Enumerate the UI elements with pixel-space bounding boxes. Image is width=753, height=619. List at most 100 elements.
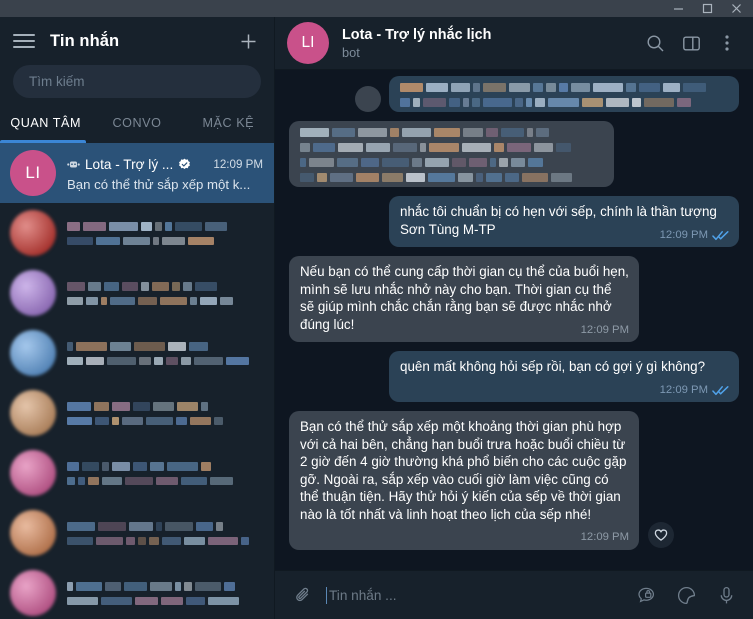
search-input[interactable]: Tìm kiếm (13, 65, 261, 98)
censored-text (400, 83, 729, 92)
chat-header-text: Lota - Trợ lý nhắc lịch bot (342, 27, 635, 60)
more-vertical-icon[interactable] (711, 27, 743, 59)
message-bubble-outgoing[interactable]: quên mất không hỏi sếp rồi, bạn có gợi ý… (389, 351, 739, 402)
censored-text (67, 401, 263, 411)
censored-text (400, 98, 729, 107)
chat-panel: LI Lota - Trợ lý nhắc lịch bot nhắc tôi … (275, 17, 753, 619)
sidebar-header: Tin nhắn (0, 17, 274, 65)
message-composer: Tin nhắn ... (275, 570, 753, 619)
search-icon[interactable] (639, 27, 671, 59)
censored-text (300, 128, 604, 137)
avatar[interactable] (10, 270, 56, 316)
chat-list-item[interactable] (0, 563, 274, 619)
avatar[interactable] (10, 390, 56, 436)
chat-list-item-selected[interactable]: LI Lota - Trợ lý ... 12:09 PM Bạn có thể th… (0, 143, 274, 203)
read-receipt-icon (712, 385, 729, 396)
avatar[interactable] (10, 330, 56, 376)
search-container: Tìm kiếm (0, 65, 274, 98)
chat-list-item-preview: Bạn có thể thử sắp xếp một k... (67, 176, 251, 192)
message-meta: 12:09 PM (660, 382, 729, 400)
chat-list-item-name: Lota - Trợ lý ... (85, 156, 174, 172)
chat-list-item[interactable] (0, 383, 274, 443)
paperclip-icon[interactable] (288, 580, 318, 610)
censored-text (67, 356, 263, 365)
chat-list-item-top: Lota - Trợ lý ... 12:09 PM (67, 155, 263, 174)
censored-text (67, 236, 263, 245)
chat-header: LI Lota - Trợ lý nhắc lịch bot (275, 17, 753, 70)
message-timestamp: 12:09 PM (580, 531, 629, 543)
censored-text (67, 581, 263, 591)
avatar[interactable]: LI (10, 150, 56, 196)
minimize-button[interactable] (664, 0, 693, 17)
chat-list-item[interactable] (0, 203, 274, 263)
heart-icon[interactable] (648, 521, 674, 548)
message-bubble-outgoing[interactable] (389, 76, 739, 112)
censored-text (67, 281, 263, 291)
avatar[interactable] (10, 210, 56, 256)
message-bubble-incoming[interactable]: Bạn có thể thử sắp xếp một khoảng thời g… (289, 411, 639, 550)
close-button[interactable] (722, 0, 751, 17)
plus-icon[interactable] (236, 29, 260, 53)
search-placeholder: Tìm kiếm (29, 74, 85, 89)
chat-list[interactable]: LI Lota - Trợ lý ... 12:09 PM Bạn có thể th… (0, 143, 274, 619)
tab-convo[interactable]: CONVO (91, 103, 182, 143)
chat-list-item-body (67, 221, 265, 245)
read-receipt-icon (712, 230, 729, 241)
bot-icon (67, 158, 81, 171)
message-row (289, 76, 739, 112)
avatar[interactable] (10, 570, 56, 616)
message-list[interactable]: nhắc tôi chuẩn bị có hẹn với sếp, chính … (275, 70, 753, 570)
text-cursor (326, 586, 327, 604)
message-timestamp: 12:09 PM (580, 323, 629, 336)
tab-mac-ke[interactable]: MẶC KỆ (183, 103, 274, 143)
message-text: quên mất không hỏi sếp rồi, bạn có gợi ý… (400, 359, 706, 374)
panel-toggle-icon[interactable] (675, 27, 707, 59)
message-placeholder: Tin nhắn ... (329, 587, 397, 603)
sticker-icon[interactable] (671, 580, 701, 610)
avatar (355, 86, 381, 112)
message-bubble-outgoing[interactable]: nhắc tôi chuẩn bị có hẹn với sếp, chính … (389, 196, 739, 247)
chat-list-item[interactable] (0, 323, 274, 383)
message-timestamp: 12:09 PM (659, 228, 708, 241)
message-row: Bạn có thể thử sắp xếp một khoảng thời g… (289, 411, 739, 550)
composer-actions (631, 580, 741, 610)
verified-badge-icon (178, 158, 192, 171)
avatar[interactable]: LI (287, 22, 329, 64)
message-timestamp: 12:09 PM (659, 383, 708, 396)
message-text: Bạn có thể thử sắp xếp một khoảng thời g… (300, 419, 627, 522)
chat-list-item-body (67, 461, 265, 485)
message-row (289, 121, 739, 187)
page-title: Tin nhắn (50, 31, 120, 50)
message-row: Nếu bạn có thể cung cấp thời gian cụ thể… (289, 256, 739, 342)
message-text: Nếu bạn có thể cung cấp thời gian cụ thể… (300, 264, 629, 332)
secret-chat-icon[interactable] (631, 580, 661, 610)
censored-text (67, 221, 263, 231)
censored-text (67, 521, 263, 531)
censored-text (67, 296, 263, 305)
chat-list-item[interactable] (0, 263, 274, 323)
message-input[interactable]: Tin nhắn ... (326, 586, 631, 604)
message-meta: 12:09 PM (581, 529, 629, 547)
tab-quan-tam[interactable]: QUAN TÂM (0, 103, 91, 143)
chat-list-item[interactable] (0, 443, 274, 503)
chat-list-item-body (67, 521, 265, 545)
censored-text (67, 596, 263, 605)
message-bubble-incoming[interactable]: Nếu bạn có thể cung cấp thời gian cụ thể… (289, 256, 639, 342)
sidebar: Tin nhắn Tìm kiếm QUAN TÂM CONVO MẶC KỆ … (0, 17, 275, 619)
chat-list-item-body (67, 281, 265, 305)
avatar[interactable] (10, 450, 56, 496)
censored-text (300, 158, 604, 167)
censored-text (300, 143, 604, 152)
chat-title: Lota - Trợ lý nhắc lịch (342, 26, 492, 43)
censored-text (300, 173, 604, 182)
microphone-icon[interactable] (711, 580, 741, 610)
maximize-button[interactable] (693, 0, 722, 17)
chat-list-item[interactable] (0, 503, 274, 563)
avatar[interactable] (10, 510, 56, 556)
censored-text (67, 536, 263, 545)
censored-text (67, 461, 263, 471)
chat-list-item-body (67, 341, 265, 365)
hamburger-icon[interactable] (13, 30, 35, 52)
chat-list-item-time: 12:09 PM (213, 157, 263, 171)
message-bubble-incoming[interactable] (289, 121, 614, 187)
